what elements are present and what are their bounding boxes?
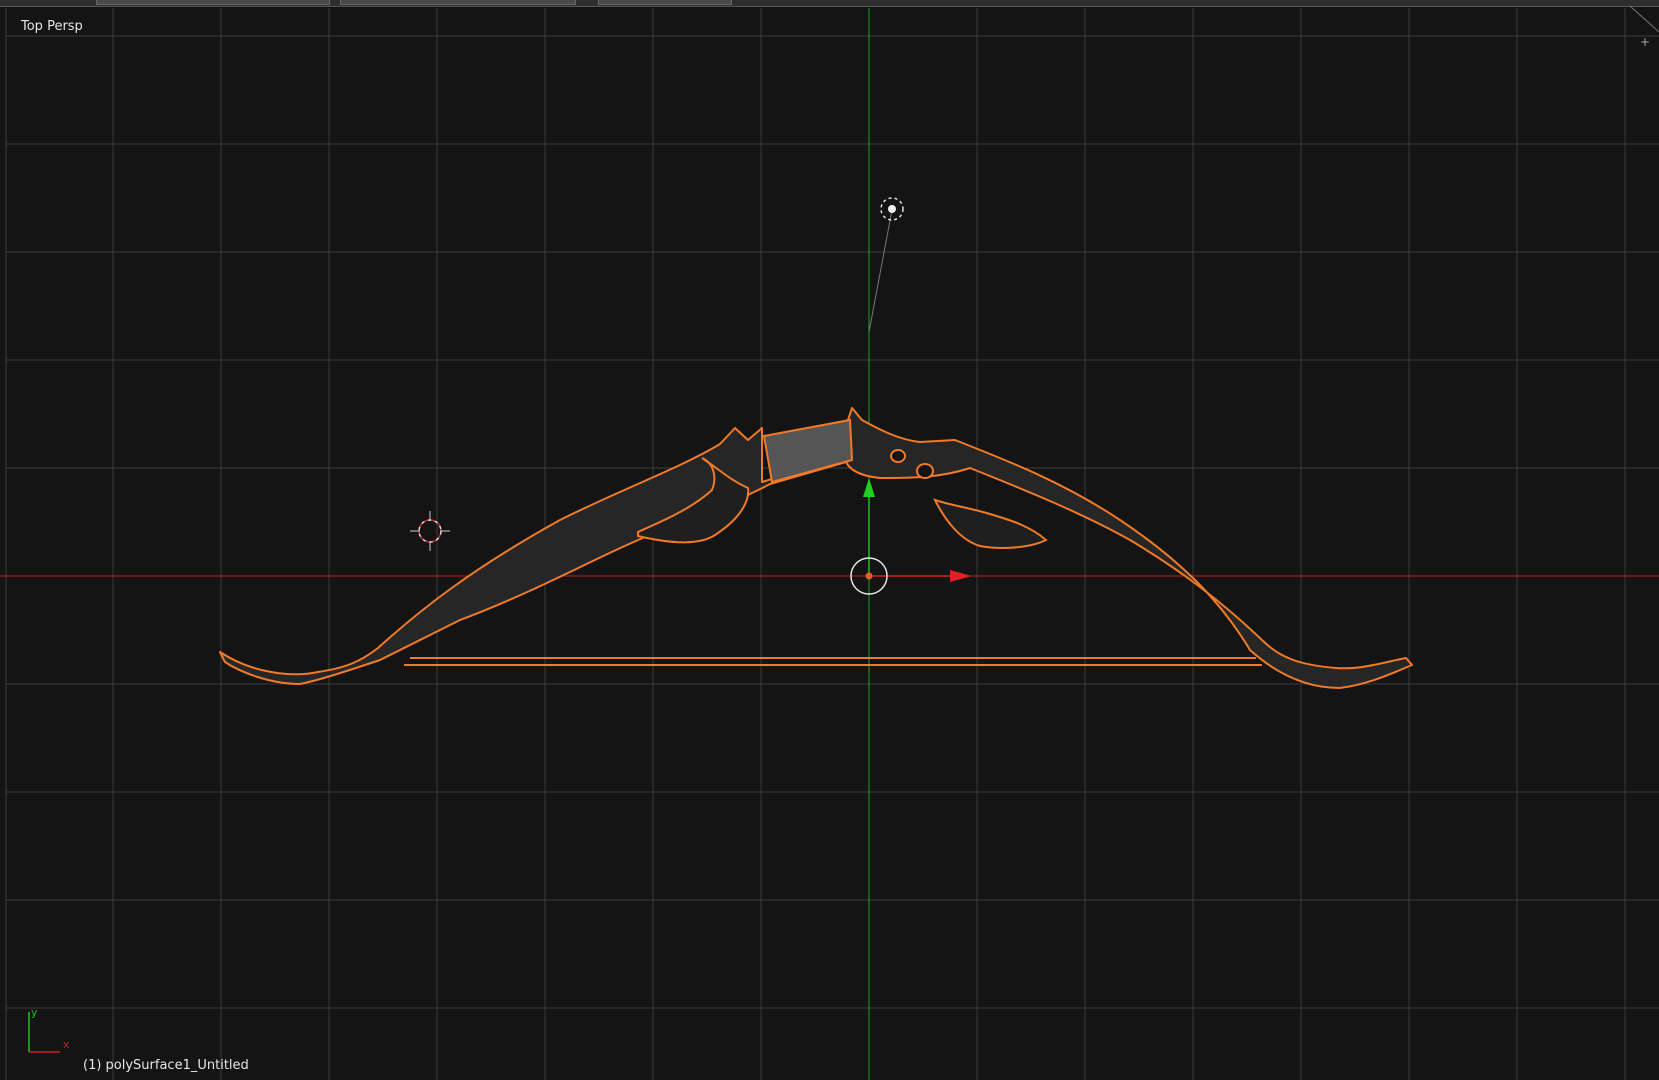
bow-grip[interactable] [762,418,854,484]
bow-hole-2 [916,463,934,479]
axis-x-letter: x [63,1038,70,1051]
active-object-label: (1) polySurface1_Untitled [83,1058,249,1073]
viewport-scene[interactable] [0,0,1659,1080]
axis-y-letter: y [31,1006,38,1019]
bow-mesh[interactable] [219,407,1413,689]
bow-right-fin[interactable] [933,498,1048,549]
bow-hole-1 [890,449,906,463]
3d-cursor-icon[interactable] [410,511,450,551]
lamp-icon[interactable] [868,197,904,333]
transform-manipulator-icon[interactable] [850,478,972,595]
split-corner-line [1629,5,1659,33]
view-name-label: Top Persp [21,19,83,34]
split-corner-icon[interactable]: + [1640,36,1650,48]
viewport-grid [5,8,1659,1080]
3d-viewport[interactable]: Top Persp (1) polySurface1_Untitled + y … [0,0,1659,1080]
